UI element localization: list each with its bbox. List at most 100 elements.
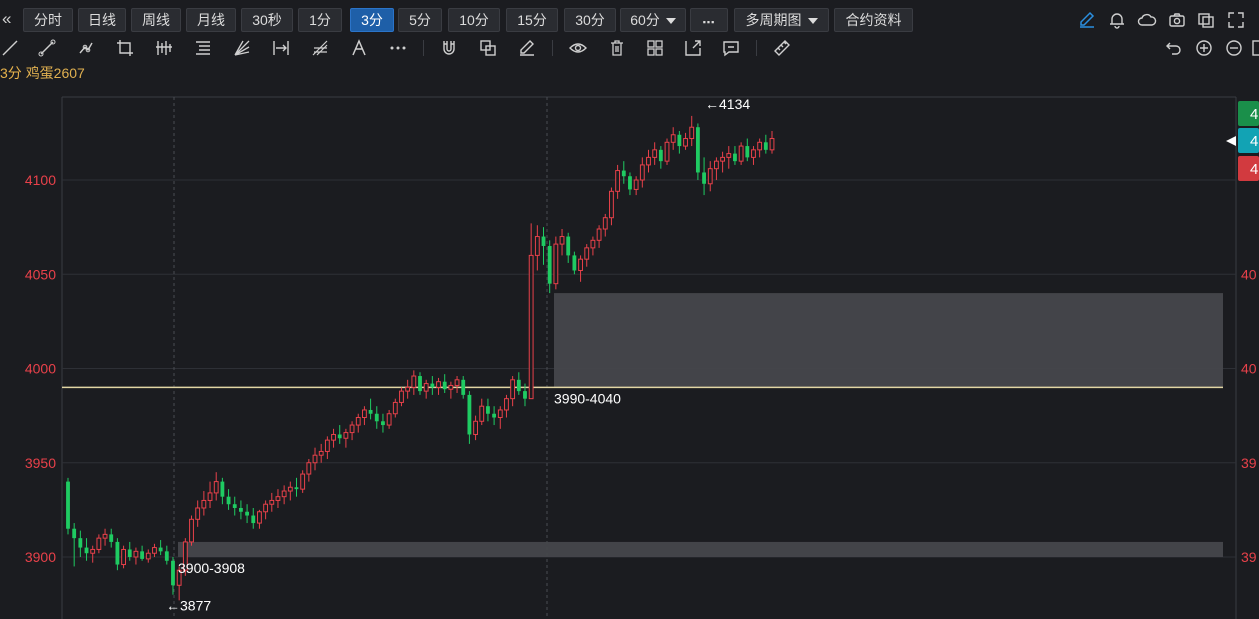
candle-body <box>486 406 490 414</box>
candle-body <box>220 481 225 497</box>
candle-body <box>381 421 385 426</box>
right-axis-label: 39 <box>1241 549 1257 565</box>
candle-body <box>763 142 768 150</box>
candle-body <box>479 405 485 422</box>
candle-body <box>337 434 342 439</box>
candle-body <box>96 537 102 550</box>
candle-body <box>90 548 96 554</box>
candle-body <box>689 126 695 140</box>
candle-body <box>213 481 219 494</box>
price-annotation: ←4134 <box>705 96 750 112</box>
candle-body <box>497 409 503 419</box>
candle-body <box>738 145 744 162</box>
candle-body <box>572 255 577 271</box>
candle-body <box>251 515 256 524</box>
y-tick-label: 4050 <box>25 266 56 282</box>
candle-body <box>312 454 318 464</box>
price-tag-label: 4 <box>1250 106 1258 123</box>
candle-body <box>257 511 262 524</box>
price-zone <box>178 541 1223 557</box>
candle-body <box>566 236 571 256</box>
candle-body <box>399 390 404 403</box>
y-tick-label: 4000 <box>25 361 56 377</box>
candlestick-chart[interactable]: 4100 4050 4000 3950 3900 40 40 39 39 3990-4040 390… <box>0 0 1259 619</box>
candle-body <box>504 398 509 411</box>
candle-body <box>467 394 472 435</box>
candle-body <box>411 375 417 388</box>
candle-body <box>133 550 139 558</box>
candle-body <box>664 141 670 162</box>
candle-body <box>171 560 175 586</box>
candle-body <box>423 383 429 392</box>
candle-body <box>670 134 676 143</box>
candle-body <box>596 228 602 241</box>
candle-body <box>492 413 497 418</box>
candle-body <box>553 243 559 285</box>
candle-body <box>232 504 237 508</box>
candle-body <box>374 413 379 422</box>
candle-body <box>324 439 330 452</box>
candle-body <box>652 149 658 158</box>
candle-body <box>343 432 349 439</box>
candle-body <box>745 146 750 158</box>
candle-body <box>386 413 392 426</box>
candle-body <box>516 379 521 392</box>
candle-body <box>318 450 324 456</box>
candle-body <box>541 236 546 246</box>
candle-body <box>559 236 565 245</box>
price-tag-label: 4 <box>1250 133 1258 150</box>
candle-body <box>714 160 719 170</box>
candle-body <box>639 164 645 181</box>
y-tick-label: 3950 <box>25 455 56 471</box>
right-axis-label: 40 <box>1241 361 1257 377</box>
candle-body <box>658 149 663 162</box>
candle-body <box>127 549 132 557</box>
candle-body <box>195 507 201 520</box>
right-axis-label: 39 <box>1241 455 1257 471</box>
candle-body <box>461 379 466 395</box>
candle-body <box>140 551 145 559</box>
candle-body <box>646 156 651 166</box>
candle-body <box>281 490 287 498</box>
candle-body <box>300 473 306 490</box>
candle-body <box>720 156 726 162</box>
candle-body <box>528 254 534 400</box>
candle-body <box>109 534 114 542</box>
zone-label: 3990-4040 <box>554 390 621 406</box>
zones <box>62 293 1223 557</box>
candle-body <box>362 409 367 419</box>
candle-body <box>436 381 441 388</box>
candle-body <box>121 548 126 566</box>
candle-body <box>523 391 527 399</box>
candle-body <box>164 551 169 561</box>
candle-body <box>207 492 213 501</box>
candle-body <box>442 381 447 390</box>
price-zone <box>554 293 1223 388</box>
candle-body <box>189 518 194 543</box>
candle-body <box>602 217 608 230</box>
candle-body <box>158 547 163 552</box>
candle-body <box>72 528 77 539</box>
right-axis-label: 40 <box>1241 266 1257 282</box>
candle-body <box>695 127 700 173</box>
candle-body <box>405 386 411 392</box>
candle-body <box>269 499 275 505</box>
candle-body <box>448 384 454 390</box>
candle-body <box>677 134 682 147</box>
candle-body <box>751 149 756 158</box>
candle-body <box>368 409 373 414</box>
candle-body <box>534 236 540 256</box>
last-price-pointer-icon <box>1226 136 1236 146</box>
price-tag-label: 4 <box>1250 161 1258 178</box>
candle-body <box>66 481 70 529</box>
candle-body <box>707 168 713 185</box>
candle-body <box>769 138 775 151</box>
candle-body <box>757 141 763 151</box>
candle-body <box>584 247 590 260</box>
candle-body <box>430 383 435 388</box>
candle-body <box>392 401 398 415</box>
candle-body <box>145 552 151 560</box>
candle-body <box>331 433 336 441</box>
candle-body <box>238 507 243 512</box>
candle-body <box>683 138 688 147</box>
